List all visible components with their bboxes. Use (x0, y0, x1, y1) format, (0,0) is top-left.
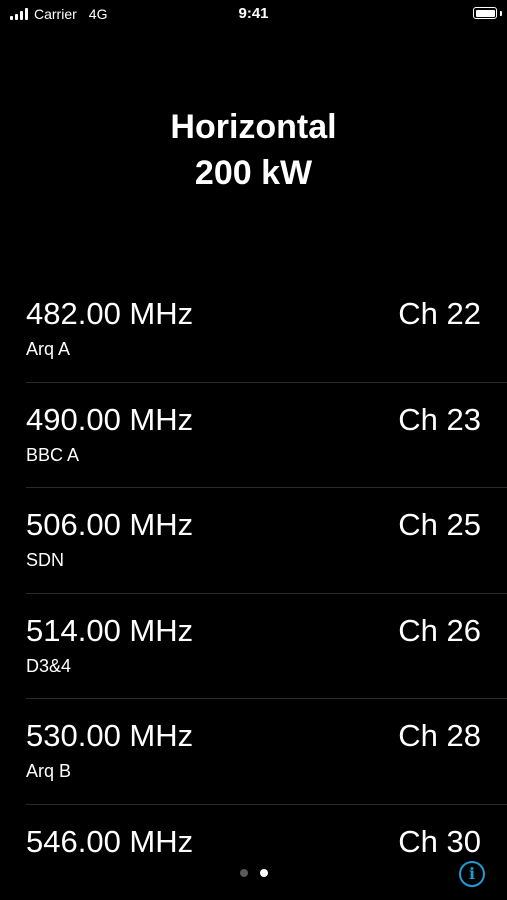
channel-number: Ch 26 (398, 612, 481, 648)
channel-row[interactable]: 514.00 MHz D3&4 Ch 26 (0, 592, 507, 699)
page-dot[interactable] (239, 869, 248, 877)
power-title: 200 kW (194, 154, 313, 192)
info-icon[interactable]: i (459, 861, 485, 887)
frequency-label: 490.00 MHz (26, 401, 194, 437)
station-label: Arq B (26, 761, 72, 781)
polarization-title: Horizontal (170, 108, 337, 146)
page-dot-active[interactable] (259, 869, 268, 877)
station-label: D3&4 (26, 655, 72, 676)
status-time: 9:41 (238, 5, 269, 22)
channel-number: Ch 23 (398, 401, 481, 437)
channel-row[interactable]: 546.00 MHz Ch 30 (0, 803, 507, 855)
channel-number: Ch 28 (398, 718, 481, 753)
battery-fill (475, 9, 495, 17)
channel-row[interactable]: 530.00 MHz Arq B Ch 28 (0, 698, 507, 804)
status-bar: Carrier 4G 9:41 (0, 0, 507, 30)
frequency-label: 514.00 MHz (26, 612, 194, 648)
battery-icon (473, 7, 497, 19)
station-label: BBC A (26, 444, 80, 465)
channel-row[interactable]: 490.00 MHz BBC A Ch 23 (0, 381, 507, 488)
channel-number: Ch 25 (398, 507, 481, 542)
page-control[interactable] (0, 869, 507, 877)
battery-cap (500, 11, 502, 16)
station-label: SDN (26, 550, 65, 570)
channel-number: Ch 30 (398, 823, 481, 855)
channel-row[interactable]: 482.00 MHz Arq A Ch 22 (0, 276, 507, 382)
station-label: Arq A (26, 339, 71, 359)
frequency-label: 530.00 MHz (26, 718, 194, 753)
channel-number: Ch 22 (398, 296, 481, 331)
channel-list[interactable]: 482.00 MHz Arq A Ch 22 490.00 MHz BBC A … (0, 276, 507, 854)
frequency-label: 506.00 MHz (26, 507, 194, 542)
frequency-label: 546.00 MHz (26, 823, 194, 855)
page-title: Horizontal 200 kW (0, 104, 507, 196)
frequency-label: 482.00 MHz (26, 296, 194, 331)
channel-row[interactable]: 506.00 MHz SDN Ch 25 (0, 487, 507, 593)
